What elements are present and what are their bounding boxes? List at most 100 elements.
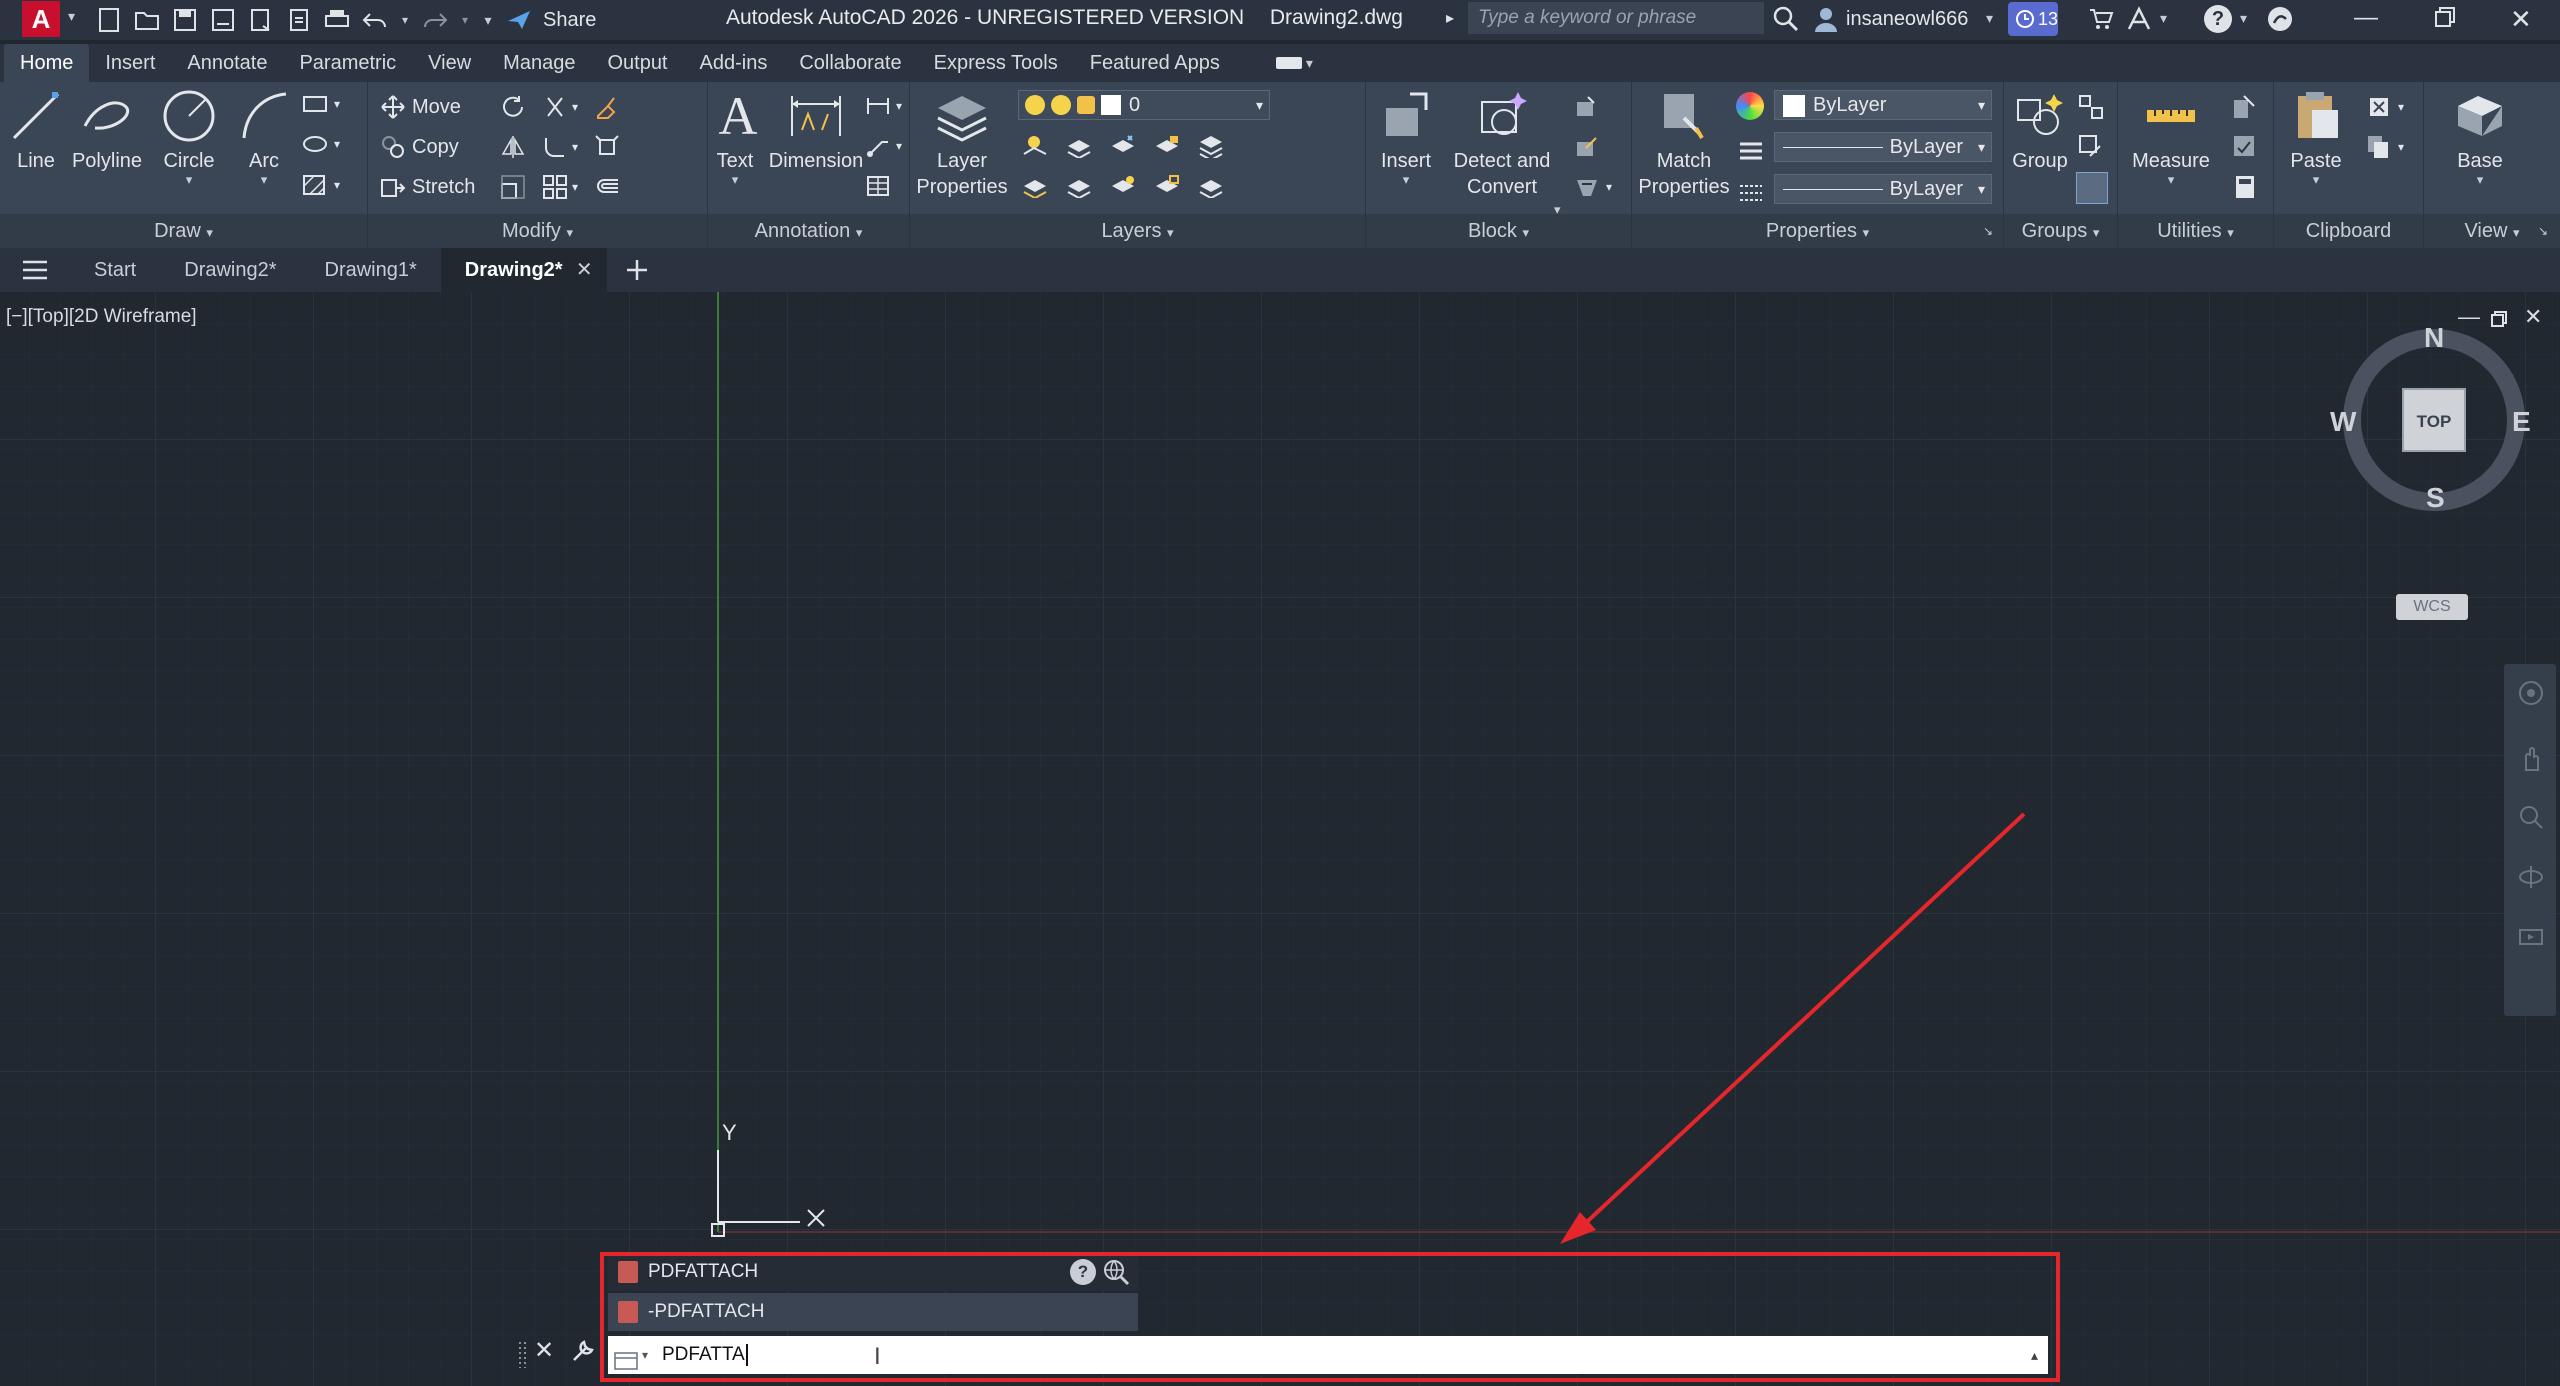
plot-icon[interactable] <box>323 6 351 34</box>
line-button[interactable]: Line <box>8 88 64 174</box>
search-expand-arrow-icon[interactable]: ▸ <box>1446 8 1454 28</box>
layer-isolate-icon[interactable] <box>1066 134 1092 158</box>
array-icon[interactable] <box>542 174 568 200</box>
learning-icon[interactable] <box>2266 5 2294 39</box>
utilities-panel-label[interactable]: Utilities ▾ <box>2118 214 2273 248</box>
close-window-icon[interactable]: ✕ <box>2510 4 2532 35</box>
user-icon[interactable] <box>1812 5 1840 39</box>
hatch-button[interactable]: ▾ <box>302 174 340 196</box>
tab-insert[interactable]: Insert <box>89 44 171 82</box>
share-label[interactable]: Share <box>543 9 596 32</box>
paste-button[interactable]: Paste ▾ <box>2280 88 2352 186</box>
ribbon-display-toggle[interactable]: ▾ <box>1275 55 1313 72</box>
username[interactable]: insaneowl666 <box>1846 8 1968 31</box>
table-button[interactable] <box>866 174 890 198</box>
share-icon[interactable] <box>505 6 533 34</box>
ellipse-dropdown-icon[interactable]: ▾ <box>334 137 340 151</box>
command-close-icon[interactable]: ✕ <box>534 1336 554 1365</box>
layer-dropdown[interactable]: 0 ▾ <box>1018 90 1270 120</box>
layer-on-icon[interactable] <box>1025 95 1045 115</box>
pan-icon[interactable] <box>2518 746 2544 777</box>
arc-dropdown-icon[interactable]: ▾ <box>234 173 294 186</box>
view-panel-label[interactable]: View ▾ ↘ <box>2424 214 2560 248</box>
save-to-web-icon[interactable] <box>247 6 275 34</box>
match-layer-icon[interactable] <box>1066 174 1092 198</box>
search-input[interactable]: Type a keyword or phrase <box>1468 2 1764 34</box>
hamburger-menu-icon[interactable] <box>0 259 70 281</box>
trim-icon[interactable] <box>542 94 568 120</box>
tab-featured-apps[interactable]: Featured Apps <box>1074 44 1236 82</box>
match-properties-button[interactable]: Match Properties <box>1638 88 1730 200</box>
zoom-extents-icon[interactable] <box>2518 804 2544 835</box>
close-tab-icon[interactable]: ✕ <box>576 248 593 292</box>
layer-color-swatch[interactable] <box>1101 95 1121 115</box>
tab-annotate[interactable]: Annotate <box>171 44 283 82</box>
edit-attributes-dropdown-icon[interactable]: ▾ <box>1606 180 1612 194</box>
trim-dropdown-icon[interactable]: ▾ <box>572 100 578 114</box>
base-button[interactable]: Base ▾ <box>2444 88 2516 186</box>
new-file-icon[interactable] <box>95 6 123 34</box>
properties-dialog-launcher-icon[interactable]: ↘ <box>1983 214 1993 248</box>
linear-dim-button[interactable]: ▾ <box>866 94 902 118</box>
save-icon[interactable] <box>171 6 199 34</box>
group-edit-icon[interactable] <box>2078 134 2104 166</box>
leader-dropdown-icon[interactable]: ▾ <box>896 139 902 153</box>
layer-freeze-icon[interactable] <box>1110 134 1136 158</box>
color-wheel-icon[interactable] <box>1736 92 1764 120</box>
command-line-grip-icon[interactable] <box>518 1340 528 1375</box>
layer-thaw-icon[interactable] <box>1051 95 1071 115</box>
mirror-icon[interactable] <box>500 134 526 160</box>
undo-icon[interactable] <box>361 6 389 34</box>
create-block-button[interactable] <box>1574 94 1600 120</box>
tab-collaborate[interactable]: Collaborate <box>783 44 917 82</box>
text-button[interactable]: A Text ▾ <box>710 88 760 186</box>
insert-dropdown-icon[interactable]: ▾ <box>1372 173 1440 186</box>
move-button[interactable]: Move <box>380 94 461 120</box>
viewcube-top-face[interactable]: TOP <box>2402 388 2466 452</box>
group-selection-toggle[interactable] <box>2076 172 2108 204</box>
file-tab-start[interactable]: Start <box>70 248 160 292</box>
rectangle-dropdown-icon[interactable]: ▾ <box>334 97 340 111</box>
redo-icon[interactable] <box>421 6 449 34</box>
tab-add-ins[interactable]: Add-ins <box>684 44 784 82</box>
modify-panel-label[interactable]: Modify ▾ <box>368 214 707 248</box>
properties-panel-label[interactable]: Properties ▾ ↘ <box>1632 214 2003 248</box>
cut-button[interactable]: ▾ <box>2366 94 2404 120</box>
new-tab-icon[interactable] <box>607 258 667 282</box>
text-dropdown-icon[interactable]: ▾ <box>710 173 760 186</box>
autocad-logo-button[interactable]: A <box>22 1 60 37</box>
cart-icon[interactable] <box>2088 6 2114 38</box>
tab-output[interactable]: Output <box>591 44 683 82</box>
annotation-panel-label[interactable]: Annotation ▾ <box>708 214 909 248</box>
help-menu-chevron-icon[interactable]: ▾ <box>2240 10 2247 27</box>
rotate-icon[interactable] <box>500 94 526 120</box>
viewport-controls-label[interactable]: [−][Top][2D Wireframe] <box>6 306 197 328</box>
measure-dropdown-icon[interactable]: ▾ <box>2124 173 2218 186</box>
wcs-menu-button[interactable]: WCS <box>2396 594 2468 620</box>
tab-home[interactable]: Home <box>4 44 90 82</box>
showmotion-icon[interactable] <box>2518 924 2544 955</box>
search-icon[interactable] <box>1772 5 1800 39</box>
steering-wheel-icon[interactable] <box>2518 680 2544 711</box>
viewcube[interactable]: TOP N S E W <box>2330 322 2540 522</box>
block-panel-label[interactable]: Block ▾ <box>1366 214 1631 248</box>
ungroup-icon[interactable] <box>2078 94 2104 126</box>
draw-panel-label[interactable]: Draw ▾ <box>0 214 367 248</box>
tab-express-tools[interactable]: Express Tools <box>918 44 1074 82</box>
base-dropdown-icon[interactable]: ▾ <box>2444 173 2516 186</box>
autodesk-menu-chevron-icon[interactable]: ▾ <box>2160 10 2167 27</box>
stretch-button[interactable]: Stretch <box>380 174 475 200</box>
view-dialog-launcher-icon[interactable]: ↘ <box>2538 214 2548 248</box>
hatch-dropdown-icon[interactable]: ▾ <box>334 178 340 192</box>
layer-walk-icon[interactable] <box>1198 134 1224 158</box>
ellipse-button[interactable]: ▾ <box>302 134 340 154</box>
select-all-icon[interactable] <box>2232 134 2258 166</box>
command-customize-icon[interactable] <box>570 1338 596 1369</box>
customize-qat-icon[interactable]: ▾ <box>481 6 495 34</box>
layer-properties-button[interactable]: Layer Properties <box>912 88 1012 200</box>
linetype-dropdown[interactable]: ByLayer ▾ <box>1774 132 1992 162</box>
layers-panel-label[interactable]: Layers ▾ <box>910 214 1365 248</box>
copy-clip-dropdown-icon[interactable]: ▾ <box>2398 140 2404 154</box>
open-file-icon[interactable] <box>133 6 161 34</box>
file-tab-drawing2[interactable]: Drawing2* <box>160 248 300 292</box>
